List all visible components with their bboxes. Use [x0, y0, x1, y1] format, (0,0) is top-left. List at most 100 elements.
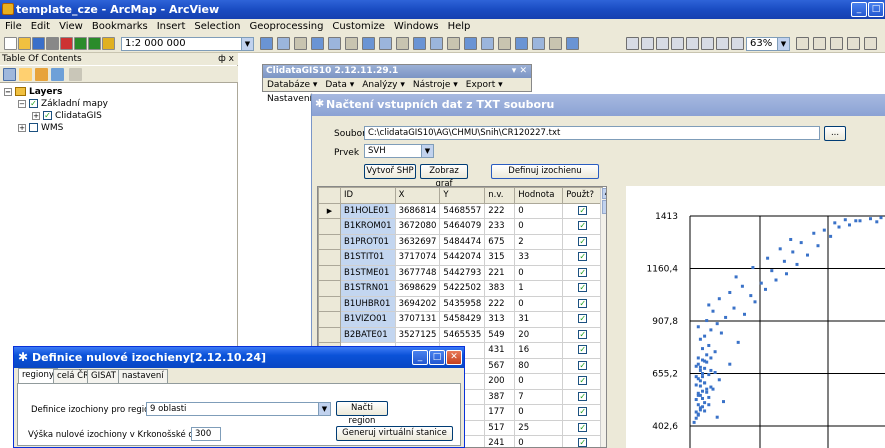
table-row[interactable]: B1PROT01 3632697 5484474 675 2 ✓: [318, 233, 604, 250]
options-icon[interactable]: [69, 68, 82, 81]
zoom-out-icon[interactable]: [345, 37, 358, 50]
zoom-in-icon[interactable]: [328, 37, 341, 50]
cell-x[interactable]: 3632697: [394, 233, 441, 250]
prvek-select[interactable]: SVH ▼: [364, 144, 434, 158]
layout-forward-icon[interactable]: [731, 37, 744, 50]
scroll-up-icon[interactable]: ▲: [602, 188, 606, 199]
cell-use[interactable]: ✓: [562, 295, 604, 312]
chevron-down-icon[interactable]: ▼: [777, 38, 789, 50]
tools-icon[interactable]: [864, 37, 877, 50]
maximize-button[interactable]: □: [868, 2, 884, 17]
cell-val[interactable]: 80: [514, 357, 564, 374]
cell-y[interactable]: 5468557: [439, 202, 486, 219]
cell-id[interactable]: B1STME01: [340, 264, 396, 281]
vytvor-shp-button[interactable]: Vytvoř SHP: [364, 164, 416, 179]
cell-id[interactable]: B1HOLE01: [340, 202, 396, 219]
cell-id[interactable]: B1VIZO01: [340, 311, 396, 328]
layer-item-clidatagis[interactable]: + ✓ ClidataGIS: [32, 111, 102, 122]
cell-x[interactable]: 3527125: [394, 326, 441, 343]
row-header[interactable]: [318, 295, 341, 312]
use-checkbox[interactable]: ✓: [578, 267, 588, 277]
clidata-menu-item[interactable]: Data ▾: [321, 78, 358, 92]
layout-zoom-out-icon[interactable]: [641, 37, 654, 50]
python-icon[interactable]: [311, 37, 324, 50]
definuj-izochienu-button[interactable]: Definuj izochienu: [491, 164, 599, 179]
row-header[interactable]: [318, 249, 341, 266]
use-checkbox[interactable]: ✓: [578, 283, 588, 293]
use-checkbox[interactable]: ✓: [578, 236, 588, 246]
table-row[interactable]: B1STIT01 3717074 5442074 315 33 ✓: [318, 249, 604, 266]
use-checkbox[interactable]: ✓: [578, 360, 588, 370]
cell-id[interactable]: B1STIT01: [340, 249, 396, 266]
layout-icon[interactable]: [260, 37, 273, 50]
cell-x[interactable]: 3698629: [394, 280, 441, 297]
row-header[interactable]: [318, 280, 341, 297]
cell-val[interactable]: 7: [514, 388, 564, 405]
cell-val[interactable]: 0: [514, 202, 564, 219]
cell-x[interactable]: 3677748: [394, 264, 441, 281]
use-checkbox[interactable]: ✓: [578, 345, 588, 355]
cell-x[interactable]: 3694202: [394, 295, 441, 312]
list-by-source-icon[interactable]: [19, 68, 32, 81]
layout-full-icon[interactable]: [671, 37, 684, 50]
cell-nv[interactable]: 567: [484, 357, 516, 374]
row-header[interactable]: [318, 311, 341, 328]
tab-nastaveni[interactable]: nastavení: [118, 369, 168, 383]
minimize-button[interactable]: _: [412, 350, 428, 365]
forward-icon[interactable]: [447, 37, 460, 50]
cell-val[interactable]: 16: [514, 342, 564, 359]
cell-nv[interactable]: 431: [484, 342, 516, 359]
cell-id[interactable]: B1KROM01: [340, 218, 396, 235]
cell-use[interactable]: ✓: [562, 404, 604, 421]
layer-checkbox[interactable]: ✓: [43, 111, 52, 120]
cell-val[interactable]: 0: [514, 404, 564, 421]
expand-icon[interactable]: +: [18, 123, 26, 132]
toc-pin-close[interactable]: ф x: [218, 53, 234, 65]
tab-regiony[interactable]: regiony: [18, 368, 58, 383]
layout-back-icon[interactable]: [716, 37, 729, 50]
table-row[interactable]: B1STRN01 3698629 5422502 383 1 ✓: [318, 280, 604, 297]
add-data-icon[interactable]: [102, 37, 115, 50]
data-driven-icon[interactable]: [847, 37, 860, 50]
column-header[interactable]: ID: [340, 187, 396, 204]
redo-icon[interactable]: [88, 37, 101, 50]
table-row[interactable]: B1STME01 3677748 5442793 221 0 ✓: [318, 264, 604, 281]
cell-nv[interactable]: 222: [484, 295, 516, 312]
definition-dialog-title-bar[interactable]: ✱ Definice nulové izochieny[2.12.10.24]: [14, 347, 464, 368]
cell-val[interactable]: 2: [514, 233, 564, 250]
menu-item[interactable]: Help: [443, 19, 475, 32]
use-checkbox[interactable]: ✓: [578, 329, 588, 339]
catalog-icon[interactable]: [277, 37, 290, 50]
layout-pan-icon[interactable]: [656, 37, 669, 50]
cell-nv[interactable]: 549: [484, 326, 516, 343]
row-header[interactable]: [318, 233, 341, 250]
browse-button[interactable]: ...: [824, 126, 846, 141]
maximize-button[interactable]: □: [429, 350, 445, 365]
list-by-selection-icon[interactable]: [51, 68, 64, 81]
column-header[interactable]: n.v.: [484, 187, 516, 204]
cell-y[interactable]: 5465535: [439, 326, 486, 343]
cell-nv[interactable]: 675: [484, 233, 516, 250]
cell-nv[interactable]: 383: [484, 280, 516, 297]
use-checkbox[interactable]: ✓: [578, 391, 588, 401]
menu-item[interactable]: Selection: [189, 19, 244, 32]
cell-val[interactable]: 0: [514, 218, 564, 235]
use-checkbox[interactable]: ✓: [578, 407, 588, 417]
use-checkbox[interactable]: ✓: [578, 205, 588, 215]
cell-use[interactable]: ✓: [562, 233, 604, 250]
clidata-menu-item[interactable]: Databáze ▾: [263, 78, 321, 92]
cell-y[interactable]: 5458429: [439, 311, 486, 328]
cell-id[interactable]: B2BATE01: [340, 326, 396, 343]
grid-scrollbar[interactable]: ▲: [600, 188, 606, 447]
cell-val[interactable]: 0: [514, 373, 564, 390]
menu-item[interactable]: File: [0, 19, 26, 32]
generuj-button[interactable]: Generuj virtuální stanice: [336, 426, 453, 441]
cell-val[interactable]: 33: [514, 249, 564, 266]
cell-use[interactable]: ✓: [562, 202, 604, 219]
new-icon[interactable]: [4, 37, 17, 50]
vyska-field[interactable]: 300: [191, 427, 221, 441]
change-layout-icon[interactable]: [830, 37, 843, 50]
cell-x[interactable]: 3686814: [394, 202, 441, 219]
back-icon[interactable]: [430, 37, 443, 50]
menu-item[interactable]: Edit: [26, 19, 54, 32]
